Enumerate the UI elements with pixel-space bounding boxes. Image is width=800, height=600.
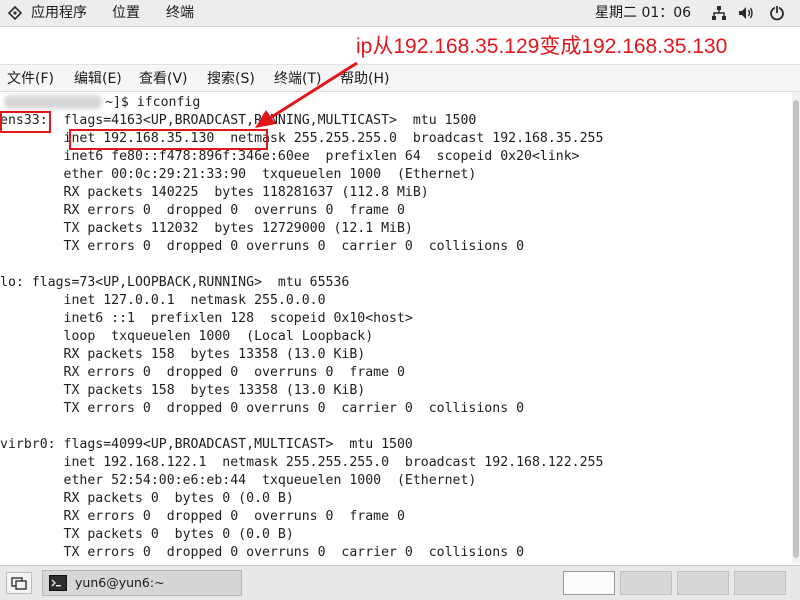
- ip-highlight-box: [69, 129, 268, 150]
- terminal-line: RX errors 0 dropped 0 overruns 0 frame 0: [0, 509, 405, 524]
- terminal-line: TX packets 158 bytes 13358 (13.0 KiB): [0, 383, 366, 398]
- show-desktop-button[interactable]: [6, 572, 32, 594]
- menu-help[interactable]: 帮助(H): [340, 69, 389, 89]
- top-panel: 应用程序 位置 终端 星期二 01：06: [0, 0, 800, 27]
- terminal-line: TX errors 0 dropped 0 overruns 0 carrier…: [0, 401, 525, 416]
- menu-terminal[interactable]: 终端(T): [274, 69, 321, 89]
- terminal-output[interactable]: ~]$ ifconfig ens33: flags=4163<UP,BROADC…: [0, 92, 792, 564]
- terminal-line: inet 127.0.0.1 netmask 255.0.0.0: [0, 293, 326, 308]
- clock[interactable]: 星期二 01：06: [595, 3, 691, 23]
- terminal-icon: [49, 575, 67, 591]
- terminal-line: ether 00:0c:29:21:33:90 txqueuelen 1000 …: [0, 167, 477, 182]
- terminal-line: RX packets 0 bytes 0 (0.0 B): [0, 491, 294, 506]
- terminal-app-menu[interactable]: 终端: [166, 3, 194, 23]
- terminal-line: ens33: flags=4163<UP,BROADCAST,RUNNING,M…: [0, 113, 477, 128]
- terminal-line: TX errors 0 dropped 0 overruns 0 carrier…: [0, 545, 525, 560]
- show-desktop-icon: [11, 577, 27, 590]
- places-menu[interactable]: 位置: [112, 3, 140, 23]
- terminal-line: inet 192.168.122.1 netmask 255.255.255.0…: [0, 455, 604, 470]
- menu-edit[interactable]: 编辑(E): [74, 69, 122, 89]
- terminal-line: RX errors 0 dropped 0 overruns 0 frame 0: [0, 203, 405, 218]
- terminal-line: virbr0: flags=4099<UP,BROADCAST,MULTICAS…: [0, 437, 413, 452]
- workspace-2[interactable]: [620, 571, 672, 595]
- terminal-scrollbar[interactable]: [792, 92, 800, 564]
- terminal-line: lo: flags=73<UP,LOOPBACK,RUNNING> mtu 65…: [0, 275, 350, 290]
- interface-highlight-box: [0, 111, 51, 133]
- terminal-line: RX packets 158 bytes 13358 (13.0 KiB): [0, 347, 366, 362]
- terminal-line: inet6 fe80::f478:896f:346e:60ee prefixle…: [0, 149, 580, 164]
- terminal-line: TX errors 0 dropped 0 overruns 0 carrier…: [0, 239, 525, 254]
- workspace-3[interactable]: [677, 571, 729, 595]
- terminal-menubar: 文件(F) 编辑(E) 查看(V) 搜索(S) 终端(T) 帮助(H): [0, 65, 800, 92]
- taskbar-window-label: yun6@yun6:~: [75, 575, 165, 590]
- workspace-4[interactable]: [734, 571, 786, 595]
- redacted-username: [4, 95, 102, 109]
- applications-icon[interactable]: [8, 6, 22, 20]
- volume-icon[interactable]: [738, 5, 754, 21]
- menu-search[interactable]: 搜索(S): [207, 69, 255, 89]
- power-icon[interactable]: [769, 5, 785, 21]
- applications-menu[interactable]: 应用程序: [31, 3, 87, 23]
- terminal-line: inet6 ::1 prefixlen 128 scopeid 0x10<hos…: [0, 311, 413, 326]
- network-icon[interactable]: [711, 5, 727, 21]
- annotation-text: ip从192.168.35.129变成192.168.35.130: [356, 35, 728, 58]
- terminal-line: TX packets 0 bytes 0 (0.0 B): [0, 527, 294, 542]
- scrollbar-thumb[interactable]: [793, 100, 799, 558]
- menu-view[interactable]: 查看(V): [139, 69, 188, 89]
- terminal-line: RX errors 0 dropped 0 overruns 0 frame 0: [0, 365, 405, 380]
- terminal-line: TX packets 112032 bytes 12729000 (12.1 M…: [0, 221, 413, 236]
- taskbar-terminal-window[interactable]: yun6@yun6:~: [42, 570, 242, 596]
- menu-file[interactable]: 文件(F): [7, 69, 54, 89]
- workspace-1[interactable]: [563, 571, 615, 595]
- terminal-line: RX packets 140225 bytes 118281637 (112.8…: [0, 185, 429, 200]
- bottom-taskbar: yun6@yun6:~: [0, 565, 800, 600]
- terminal-line: ether 52:54:00:e6:eb:44 txqueuelen 1000 …: [0, 473, 477, 488]
- prompt-line: ~]$ ifconfig: [105, 95, 201, 110]
- desktop-screen: 应用程序 位置 终端 星期二 01：06 文件(F) 编辑(E) 查看(V) 搜…: [0, 0, 800, 600]
- terminal-line: loop txqueuelen 1000 (Local Loopback): [0, 329, 374, 344]
